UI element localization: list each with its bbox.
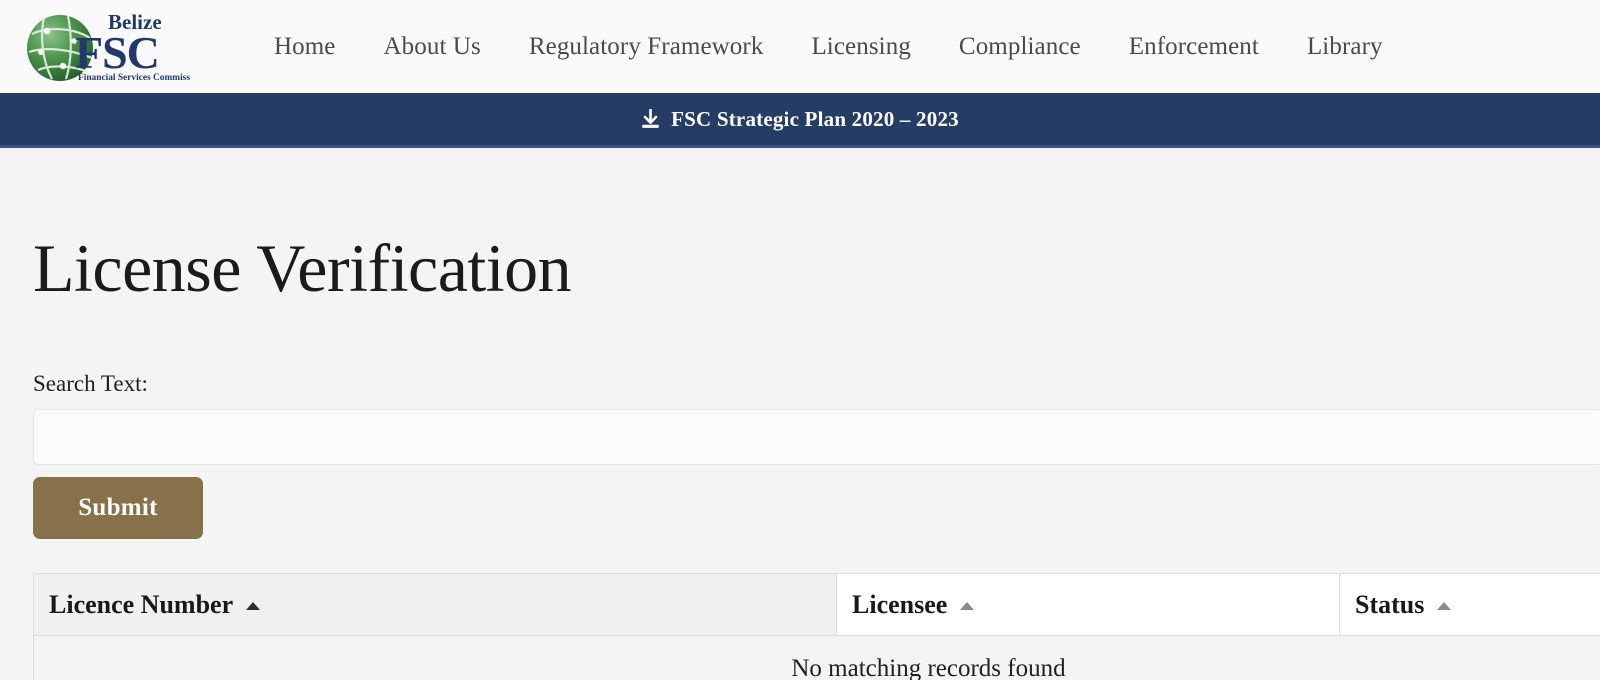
globe-network-icon: Belize FSC Financial Services Commission bbox=[27, 10, 190, 83]
sort-ascending-icon bbox=[1437, 601, 1452, 610]
svg-text:FSC: FSC bbox=[75, 27, 159, 78]
search-form: Search Text: Submit bbox=[33, 372, 1600, 539]
column-header-label: Licence Number bbox=[49, 589, 234, 619]
page-title: License Verification bbox=[33, 230, 572, 306]
column-header-licensee[interactable]: Licensee bbox=[836, 573, 1340, 636]
nav-item-enforcement[interactable]: Enforcement bbox=[1105, 34, 1283, 59]
announcement-label: FSC Strategic Plan 2020 – 2023 bbox=[671, 106, 959, 131]
nav-item-home[interactable]: Home bbox=[250, 34, 360, 59]
column-header-label: Licensee bbox=[852, 589, 948, 619]
sort-ascending-icon bbox=[960, 601, 975, 610]
search-input[interactable] bbox=[33, 409, 1600, 465]
announcement-bar: FSC Strategic Plan 2020 – 2023 bbox=[0, 93, 1600, 148]
nav-item-library[interactable]: Library bbox=[1283, 34, 1407, 59]
svg-text:Financial Services Commission: Financial Services Commission bbox=[78, 73, 190, 83]
table-header-row: Licence Number Licensee Status bbox=[33, 573, 1600, 636]
results-table-container: Licence Number Licensee Status No matchi… bbox=[33, 573, 1600, 680]
nav-item-regulatory-framework[interactable]: Regulatory Framework bbox=[505, 34, 788, 59]
search-text-label: Search Text: bbox=[33, 371, 148, 396]
column-header-status[interactable]: Status bbox=[1339, 573, 1600, 636]
download-icon bbox=[641, 109, 660, 129]
license-results-table: Licence Number Licensee Status No matchi… bbox=[33, 573, 1600, 680]
submit-button[interactable]: Submit bbox=[33, 477, 203, 539]
table-empty-row: No matching records found bbox=[33, 635, 1600, 680]
nav-item-compliance[interactable]: Compliance bbox=[935, 34, 1105, 59]
table-body: No matching records found bbox=[33, 635, 1600, 680]
main-navigation: Home About Us Regulatory Framework Licen… bbox=[250, 34, 1407, 59]
column-header-label: Status bbox=[1355, 589, 1425, 619]
table-head: Licence Number Licensee Status bbox=[33, 573, 1600, 636]
nav-item-about-us[interactable]: About Us bbox=[360, 34, 505, 59]
sort-ascending-icon bbox=[246, 601, 261, 610]
site-logo[interactable]: Belize FSC Financial Services Commission bbox=[22, 8, 190, 86]
strategic-plan-download-link[interactable]: FSC Strategic Plan 2020 – 2023 bbox=[641, 107, 959, 132]
site-header: Belize FSC Financial Services Commission… bbox=[0, 0, 1600, 93]
no-records-message: No matching records found bbox=[33, 635, 1600, 680]
column-header-licence-number[interactable]: Licence Number bbox=[33, 573, 837, 636]
main-content: License Verification Search Text: Submit… bbox=[0, 148, 1600, 680]
nav-item-licensing[interactable]: Licensing bbox=[787, 34, 934, 59]
